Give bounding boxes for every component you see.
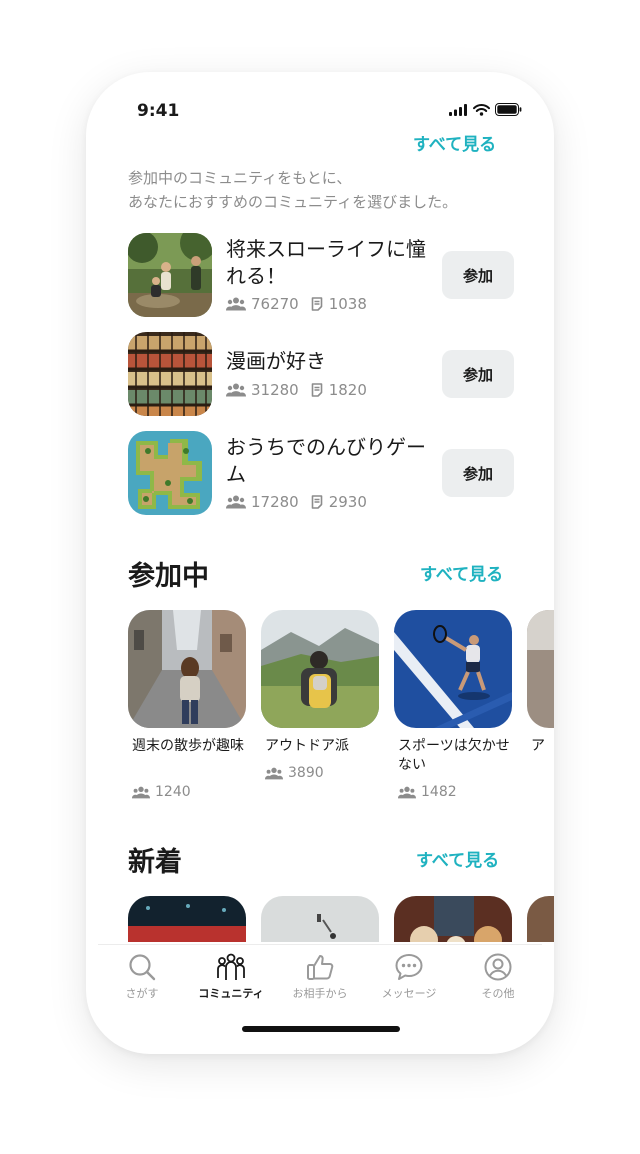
post-count: 2930 [328,493,367,511]
tab-other[interactable]: その他 [454,951,542,1001]
community-icon [217,953,245,980]
status-bar: 9:41 [86,72,554,132]
phone-frame: 9:41 すべて見る 参加中のコミュニティをもとに、 あなたにおすすめのコミュニ… [86,72,554,1054]
member-count: 1240 [155,784,191,800]
community-title: おうちでのんびりゲーム [226,435,426,486]
wifi-icon [473,103,490,116]
post-count: 1038 [328,295,367,313]
community-stats: 17280 2930 [226,493,367,511]
member-count: 17280 [251,493,299,511]
community-thumbnail [527,896,554,942]
status-icons [449,103,522,116]
members-icon [398,786,416,799]
joined-section-title: 参加中 [128,561,209,592]
tab-label: さがす [125,987,159,1000]
community-member-count: 1482 [398,784,457,800]
recommend-item[interactable]: 漫画が好き 31280 1820 参加 [128,332,554,418]
joined-see-all-link[interactable]: すべて見る [420,560,503,585]
thumbs-up-icon [307,955,334,980]
joined-community-card[interactable]: アウトドア派 3890 [261,610,381,781]
new-community-card-partial[interactable] [527,896,554,942]
members-icon [226,297,246,311]
community-thumbnail [261,610,379,728]
tab-search[interactable]: さがす [98,951,186,1001]
bottom-tab-bar: さがす コミュニティ お相手から メッセージ その他 [98,944,542,1001]
community-thumbnail [128,431,212,515]
recommend-item[interactable]: おうちでのんびりゲーム 17280 2930 参加 [128,431,554,517]
join-button[interactable]: 参加 [442,251,514,299]
member-count: 3890 [288,765,324,781]
tab-label: お相手から [292,987,348,1000]
member-count: 76270 [251,295,299,313]
community-thumbnail [128,610,246,728]
recommend-item[interactable]: 将来スローライフに憧れる！ 76270 1038 参加 [128,233,554,319]
community-stats: 31280 1820 [226,381,367,399]
community-name: スポーツは欠かせない [398,738,510,773]
recommend-description-line: あなたにおすすめのコミュニティを選びました。 [128,193,458,211]
recommend-description: 参加中のコミュニティをもとに、 あなたにおすすめのコミュニティを選びました。 [128,166,457,214]
posts-icon [310,383,324,397]
new-community-card[interactable] [128,896,248,942]
community-thumbnail [128,896,246,942]
members-icon [226,383,246,397]
join-button[interactable]: 参加 [442,449,514,497]
member-count: 1482 [421,784,457,800]
community-name: ア [531,738,545,754]
tab-messages[interactable]: メッセージ [365,951,453,1001]
tab-label: メッセージ [381,987,437,1000]
community-thumbnail [394,896,512,942]
tab-label: コミュニティ [198,987,264,1000]
community-name: アウトドア派 [265,738,349,754]
battery-icon [495,103,522,116]
home-indicator [242,1026,400,1032]
members-icon [265,767,283,780]
tab-community[interactable]: コミュニティ [187,951,275,1001]
members-icon [132,786,150,799]
community-member-count: 3890 [265,765,324,781]
tab-label: その他 [481,987,515,1000]
signal-icon [449,103,467,116]
community-thumbnail [128,233,212,317]
post-count: 1820 [328,381,367,399]
chat-bubble-icon [395,954,423,980]
community-thumbnail [394,610,512,728]
status-time: 9:41 [137,101,180,121]
community-title: 将来スローライフに憧れる！ [226,237,426,288]
join-button[interactable]: 参加 [442,350,514,398]
new-community-card[interactable] [261,896,381,942]
community-thumbnail [261,896,379,942]
joined-community-card-partial[interactable]: ア [527,610,554,756]
community-thumbnail [527,610,554,728]
community-name: 週末の散歩が趣味 [132,738,244,754]
recommend-see-all-link[interactable]: すべて見る [413,130,496,155]
search-icon [129,954,156,981]
tab-likes[interactable]: お相手から [276,951,364,1001]
new-community-card[interactable] [394,896,514,942]
posts-icon [310,495,324,509]
community-title: 漫画が好き [226,349,326,373]
user-circle-icon [484,953,512,981]
new-section-title: 新着 [128,847,182,878]
main-content: すべて見る 参加中のコミュニティをもとに、 あなたにおすすめのコミュニティを選び… [86,126,554,942]
new-see-all-link[interactable]: すべて見る [416,846,499,871]
community-member-count: 1240 [132,784,191,800]
recommend-description-line: 参加中のコミュニティをもとに、 [128,169,352,187]
community-thumbnail [128,332,212,416]
joined-community-card[interactable]: スポーツは欠かせない 1482 [394,610,514,800]
joined-community-card[interactable]: 週末の散歩が趣味 1240 [128,610,248,800]
community-stats: 76270 1038 [226,295,367,313]
members-icon [226,495,246,509]
posts-icon [310,297,324,311]
member-count: 31280 [251,381,299,399]
